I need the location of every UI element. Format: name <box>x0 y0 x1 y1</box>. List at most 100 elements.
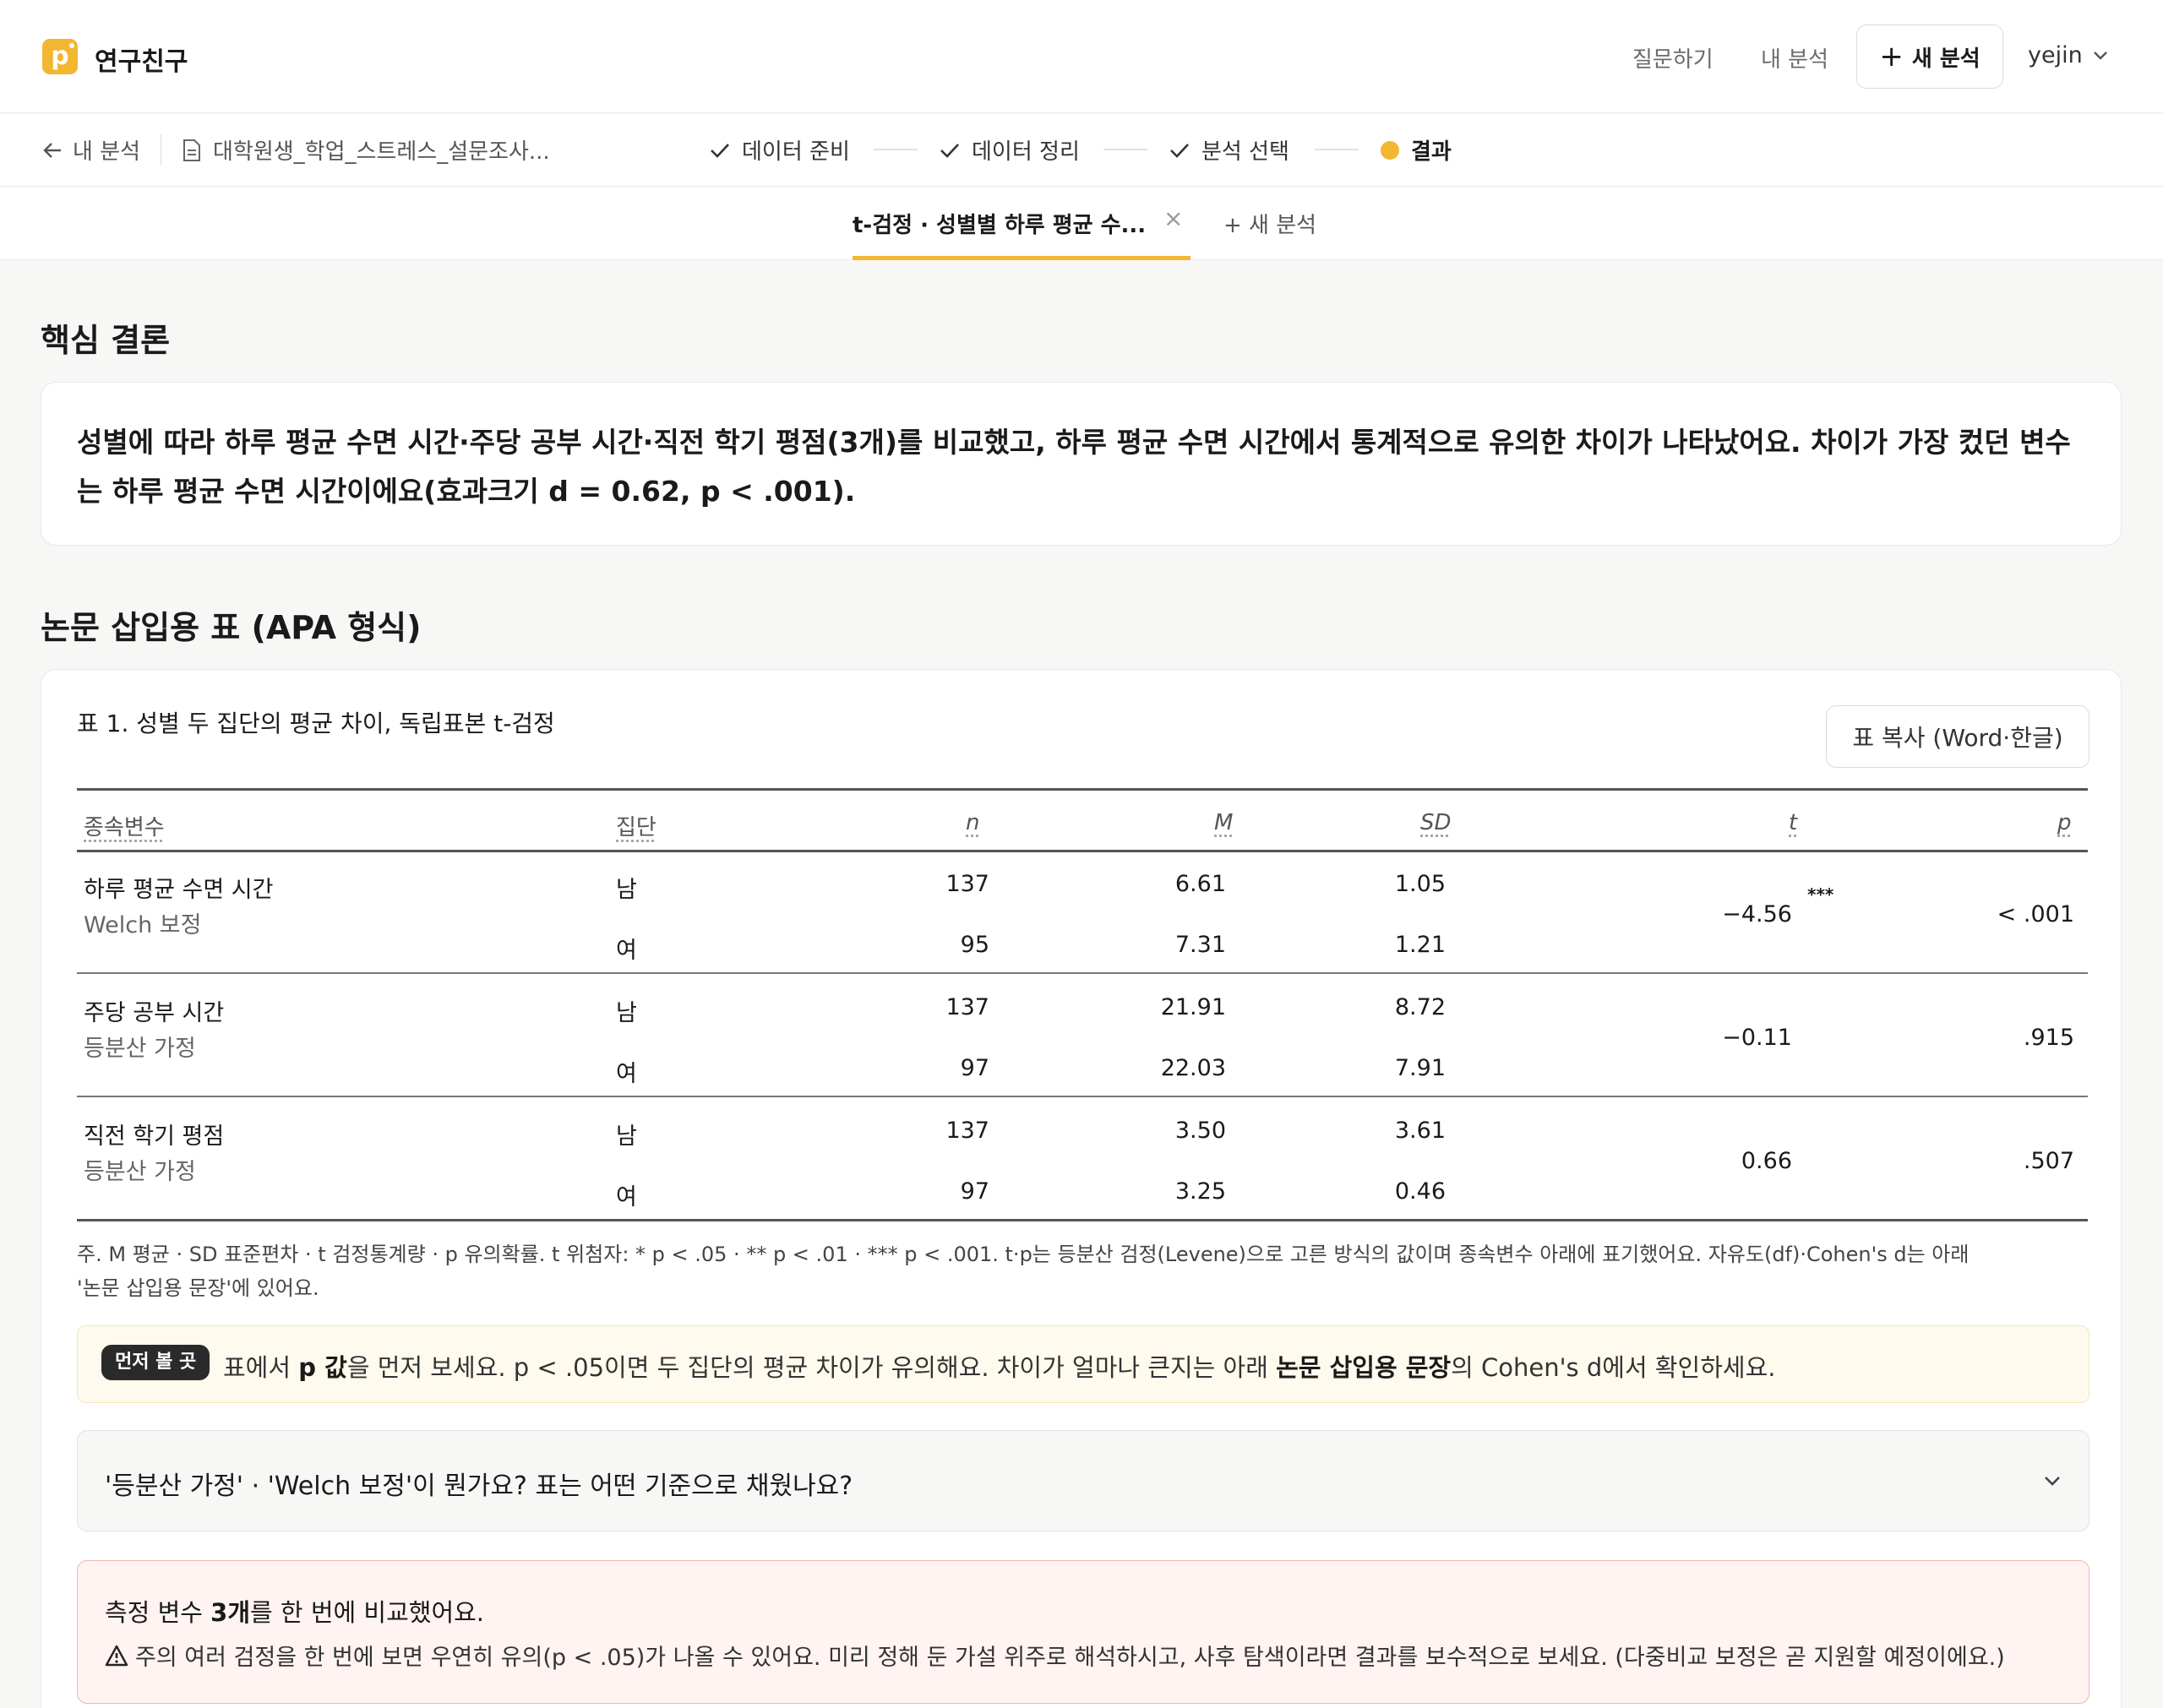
warning-title-part: 측정 변수 <box>105 1598 211 1627</box>
top-nav: p 연구친구 질문하기 내 분석 + 새 분석 yejin <box>0 0 2163 113</box>
file-name[interactable]: 대학원생_학업_스트레스_설문조사... <box>183 134 550 166</box>
row-m: 3.50 <box>1174 1118 1226 1144</box>
header-t: t <box>1789 810 1798 835</box>
first-look-tip: 먼저 볼 곳 표에서 p 값을 먼저 보세요. p < .05이면 두 집단의 … <box>77 1325 2089 1403</box>
user-menu[interactable]: yejin <box>2028 42 2108 68</box>
row-group: 여 <box>616 938 637 964</box>
header-group: 집단 <box>616 815 657 840</box>
table-bottom-rule <box>77 1219 2088 1221</box>
close-icon[interactable]: × <box>1163 204 1183 232</box>
warning-body: 주의 여러 검정을 한 번에 보면 우연히 유의(p < .05)가 나올 수 … <box>135 1645 2005 1671</box>
chevron-down-icon <box>2093 51 2107 60</box>
step-label: 분석 선택 <box>1201 139 1289 165</box>
table-note-line: '논문 삽입용 문장'에 있어요. <box>77 1276 319 1300</box>
row-n: 95 <box>960 932 989 958</box>
row-t: 0.66 <box>1741 1148 1792 1174</box>
row-significance-stars: *** <box>1807 884 1834 905</box>
row-n: 137 <box>945 1118 989 1144</box>
step-data-clean[interactable]: 데이터 정리 <box>940 134 1080 166</box>
header-dv: 종속변수 <box>84 815 165 840</box>
row-group: 남 <box>616 877 637 903</box>
row-p: < .001 <box>1997 901 2074 927</box>
new-analysis-button[interactable]: + 새 분석 <box>1856 24 2003 89</box>
step-data-prep[interactable]: 데이터 준비 <box>710 134 850 166</box>
row-p: .915 <box>2023 1025 2074 1051</box>
step-analysis-select[interactable]: 분석 선택 <box>1169 134 1289 166</box>
row-n: 97 <box>960 1055 989 1081</box>
nav-my-analyses[interactable]: 내 분석 <box>1761 42 1828 73</box>
tip-text-part: 표에서 <box>223 1353 299 1382</box>
brand-logo-icon[interactable]: p <box>42 39 78 74</box>
apa-table: 종속변수 집단 n M SD t p 하루 평균 수면 시간 Welch 보정 … <box>77 788 2088 1227</box>
brand-name[interactable]: 연구친구 <box>95 41 188 78</box>
row-m: 22.03 <box>1160 1055 1226 1081</box>
warning-title: 측정 변수 3개를 한 번에 비교했어요. <box>105 1593 484 1629</box>
row-p: .507 <box>2023 1148 2074 1174</box>
step-label: 데이터 정리 <box>972 139 1080 165</box>
row-method: Welch 보정 <box>84 912 202 938</box>
tip-text-bold: p 값 <box>298 1353 347 1382</box>
step-bar: 내 분석 대학원생_학업_스트레스_설문조사... 데이터 준비 데이터 정리 … <box>0 114 2163 187</box>
row-dv: 직전 학기 평점 <box>84 1123 225 1150</box>
chevron-down-icon <box>2045 1477 2060 1486</box>
user-name: yejin <box>2028 42 2083 68</box>
warning-title-part: 를 한 번에 비교했어요. <box>250 1598 485 1627</box>
tab-new-analysis[interactable]: + 새 분석 <box>1223 208 1316 239</box>
step-connector <box>874 149 918 150</box>
table-section-title: 논문 삽입용 표 (APA 형식) <box>41 609 422 646</box>
step-result[interactable]: 결과 <box>1381 134 1452 166</box>
row-group: 여 <box>616 1184 637 1210</box>
row-n: 137 <box>945 994 989 1020</box>
header-m: M <box>1214 810 1234 835</box>
accordion-question: '등분산 가정' · 'Welch 보정'이 뭔가요? 표는 어떤 기준으로 채… <box>105 1471 853 1501</box>
analysis-tab-bar: t-검정 · 성별별 하루 평균 수... × + 새 분석 <box>0 188 2163 260</box>
step-label: 결과 <box>1411 139 1452 165</box>
row-group: 여 <box>616 1061 637 1087</box>
warning-triangle-icon <box>105 1645 128 1666</box>
row-m: 21.91 <box>1160 994 1226 1020</box>
header-rule <box>77 850 2088 852</box>
row-sd: 1.21 <box>1394 932 1446 958</box>
check-icon <box>711 143 729 158</box>
table-note: 주. M 평균 · SD 표준편차 · t 검정통계량 · p 유의확률. t … <box>77 1237 2096 1305</box>
tip-text-part: 의 Cohen's d에서 확인하세요. <box>1451 1353 1776 1382</box>
step-connector <box>1315 149 1359 150</box>
copy-table-button[interactable]: 표 복사 (Word·한글) <box>1826 705 2089 768</box>
file-label: 대학원생_학업_스트레스_설문조사... <box>213 139 550 165</box>
tab-t-test[interactable]: t-검정 · 성별별 하루 평균 수... × <box>853 188 1190 260</box>
conclusion-title: 핵심 결론 <box>41 322 171 359</box>
table-note-line: 주. M 평균 · SD 표준편차 · t 검정통계량 · p 유의확률. t … <box>77 1243 1970 1266</box>
row-sd: 7.91 <box>1394 1055 1446 1081</box>
row-n: 137 <box>945 871 989 897</box>
tip-text-bold: 논문 삽입용 문장 <box>1276 1353 1452 1382</box>
row-m: 6.61 <box>1174 871 1226 897</box>
row-sd: 1.05 <box>1394 871 1446 897</box>
tab-label: t-검정 · 성별별 하루 평균 수... <box>853 213 1147 238</box>
arrow-left-icon <box>43 142 61 158</box>
check-icon <box>940 143 959 158</box>
header-sd: SD <box>1420 810 1452 835</box>
row-group: 남 <box>616 1123 637 1150</box>
row-method: 등분산 가정 <box>84 1159 196 1185</box>
multiple-comparison-warning: 측정 변수 3개를 한 번에 비교했어요. 주의 여러 검정을 한 번에 보면 … <box>77 1560 2089 1704</box>
table-caption: 표 1. 성별 두 집단의 평균 차이, 독립표본 t-검정 <box>77 710 555 737</box>
document-icon <box>183 139 200 161</box>
nav-ask[interactable]: 질문하기 <box>1632 42 1714 73</box>
tip-badge: 먼저 볼 곳 <box>101 1345 210 1380</box>
header-p: p <box>2057 810 2072 835</box>
back-link[interactable]: 내 분석 <box>42 134 140 166</box>
row-group: 남 <box>616 1000 637 1026</box>
row-divider <box>77 972 2088 974</box>
row-sd: 0.46 <box>1394 1178 1446 1205</box>
row-method: 등분산 가정 <box>84 1036 196 1062</box>
row-sd: 3.61 <box>1394 1118 1446 1144</box>
row-dv: 하루 평균 수면 시간 <box>84 877 274 903</box>
header-n: n <box>966 810 980 835</box>
faq-accordion[interactable]: '등분산 가정' · 'Welch 보정'이 뭔가요? 표는 어떤 기준으로 채… <box>77 1430 2089 1531</box>
check-icon <box>1170 143 1189 158</box>
row-m: 7.31 <box>1174 932 1226 958</box>
conclusion-card: 성별에 따라 하루 평균 수면 시간·주당 공부 시간·직전 학기 평점(3개)… <box>41 382 2122 546</box>
step-label: 데이터 준비 <box>742 139 850 165</box>
table-card: 표 1. 성별 두 집단의 평균 차이, 독립표본 t-검정 표 복사 (Wor… <box>41 669 2122 1708</box>
step-connector <box>1103 149 1147 150</box>
